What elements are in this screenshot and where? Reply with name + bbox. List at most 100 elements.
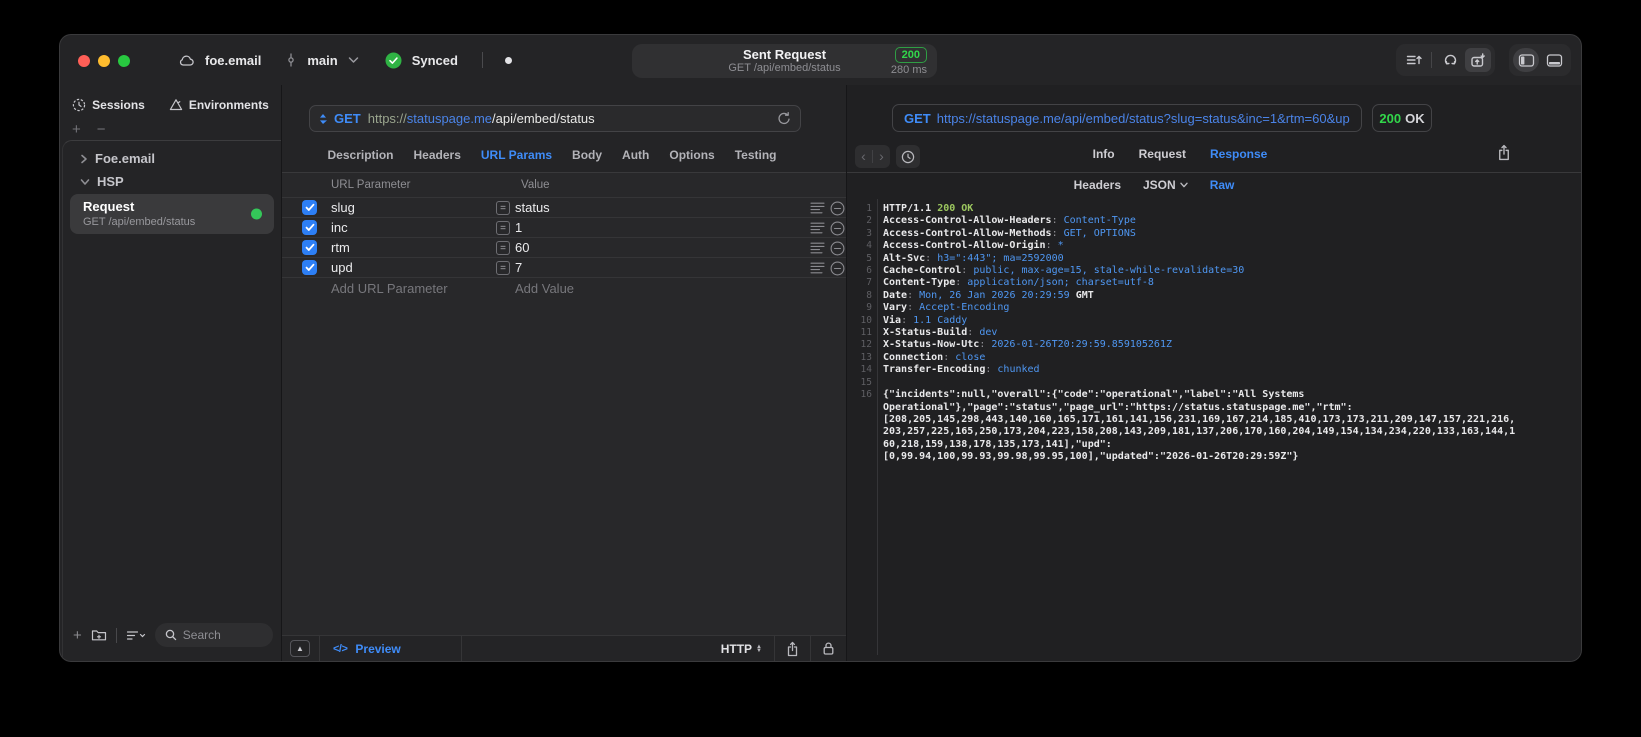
line-number: 3	[866, 227, 872, 239]
response-request-url: https://statuspage.me/api/embed/status?s…	[936, 110, 1350, 126]
request-footer-bar: ▲ </> Preview HTTP ▲ ▼	[282, 635, 846, 661]
param-value[interactable]: status	[515, 200, 550, 215]
titlebar-separator	[481, 52, 483, 68]
code-line: 3 Access-Control-Allow-Methods: GET, OPTI…	[855, 228, 1577, 240]
share-icon[interactable]	[1497, 144, 1511, 161]
line-content: X-Status-Now-Utc: 2026-01-26T20:29:59.85…	[883, 339, 1172, 351]
sort-icon[interactable]	[126, 629, 146, 642]
request-pane: GET https://statuspage.me/api/embed/stat…	[281, 85, 847, 661]
tab-options[interactable]: Options	[669, 148, 714, 162]
panel-bottom-icon[interactable]	[1541, 48, 1567, 72]
param-value[interactable]: 1	[515, 220, 522, 235]
send-receive-icon[interactable]	[1465, 48, 1491, 72]
add-value-placeholder[interactable]: Add Value	[515, 281, 574, 296]
tab-body[interactable]: Body	[572, 148, 602, 162]
add-session-button[interactable]: +	[72, 121, 81, 138]
tab-environments[interactable]: Environments	[169, 98, 269, 112]
expand-icon[interactable]: ▲	[290, 640, 310, 657]
align-top-icon[interactable]	[1400, 48, 1426, 72]
line-number: 11	[860, 327, 872, 339]
sent-request-url-box[interactable]: GET https://statuspage.me/api/embed/stat…	[892, 104, 1362, 132]
tab-info[interactable]: Info	[1093, 147, 1115, 161]
tab-description[interactable]: Description	[328, 148, 394, 162]
line-number: 15	[860, 376, 872, 388]
chevron-down-icon[interactable]	[348, 56, 359, 64]
sent-request-status-pill[interactable]: Sent Request GET /api/embed/status 200 2…	[632, 44, 937, 78]
remove-icon[interactable]	[830, 221, 845, 236]
tab-request[interactable]: Request	[1139, 147, 1186, 161]
method-stepper-icon[interactable]	[319, 113, 327, 125]
review-loop-icon[interactable]	[1437, 48, 1463, 72]
subtab-headers[interactable]: Headers	[1074, 178, 1121, 192]
tab-response[interactable]: Response	[1210, 147, 1267, 161]
param-checkbox[interactable]	[302, 220, 317, 235]
code-line: 2 Access-Control-Allow-Headers: Content-T…	[855, 215, 1577, 227]
remove-icon[interactable]	[830, 241, 845, 256]
add-request-button[interactable]: +	[73, 627, 82, 644]
param-checkbox[interactable]	[302, 240, 317, 255]
zoom-window-button[interactable]	[118, 55, 130, 67]
remove-icon[interactable]	[830, 201, 845, 216]
project-name[interactable]: foe.email	[205, 53, 261, 68]
code-line: 14 Transfer-Encoding: chunked	[855, 364, 1577, 376]
add-param-row[interactable]: Add URL Parameter Add Value	[282, 277, 846, 298]
preview-button[interactable]: </> Preview	[320, 642, 461, 656]
line-number: 12	[860, 339, 872, 351]
lock-icon[interactable]	[811, 641, 846, 656]
subtab-raw[interactable]: Raw	[1210, 178, 1235, 192]
add-param-placeholder[interactable]: Add URL Parameter	[331, 281, 448, 296]
subtab-json[interactable]: JSON	[1143, 178, 1188, 192]
protocol-select[interactable]: HTTP ▲ ▼	[721, 642, 774, 656]
drag-handle-icon[interactable]	[810, 221, 825, 234]
panel-left-icon[interactable]	[1513, 48, 1539, 72]
param-checkbox[interactable]	[302, 260, 317, 275]
code-line: 4 Access-Control-Allow-Origin: *	[855, 240, 1577, 252]
param-name[interactable]: rtm	[331, 240, 350, 255]
tree-item-hsp[interactable]: HSP	[63, 170, 281, 193]
remove-session-button[interactable]: −	[97, 121, 106, 138]
tab-sessions[interactable]: Sessions	[72, 98, 145, 112]
search-input[interactable]: Search	[154, 623, 273, 647]
drag-handle-icon[interactable]	[810, 261, 825, 274]
tab-headers[interactable]: Headers	[414, 148, 461, 162]
param-name[interactable]: inc	[331, 220, 348, 235]
chevron-right-icon[interactable]	[80, 154, 88, 164]
param-value[interactable]: 7	[515, 260, 522, 275]
folder-icon[interactable]	[91, 628, 107, 642]
request-url[interactable]: https://statuspage.me/api/embed/status	[368, 111, 595, 126]
branch-name[interactable]: main	[307, 53, 337, 68]
param-row-slug: slug = status	[282, 197, 846, 217]
code-icon: </>	[333, 642, 348, 655]
remove-icon[interactable]	[830, 261, 845, 276]
protocol-label: HTTP	[720, 641, 753, 656]
param-name[interactable]: upd	[331, 260, 353, 275]
refresh-icon[interactable]	[777, 111, 791, 126]
request-method[interactable]: GET	[334, 111, 361, 126]
equals-icon: =	[496, 261, 510, 275]
share-icon[interactable]	[775, 641, 810, 657]
code-line: 6 Cache-Control: public, max-age=15, stal…	[855, 265, 1577, 277]
drag-handle-icon[interactable]	[810, 241, 825, 254]
tab-url-params[interactable]: URL Params	[481, 148, 552, 162]
sidebar-request-item[interactable]: Request GET /api/embed/status	[70, 194, 274, 234]
cloud-icon	[178, 53, 195, 68]
code-line: 5 Alt-Svc: h3=":443"; ma=2592000	[855, 253, 1577, 265]
param-name[interactable]: slug	[331, 200, 355, 215]
tab-testing[interactable]: Testing	[735, 148, 777, 162]
response-subtabs: Headers JSON Raw	[787, 178, 1521, 192]
tab-auth[interactable]: Auth	[622, 148, 649, 162]
close-window-button[interactable]	[78, 55, 90, 67]
response-status-box: 200 OK	[1372, 104, 1432, 132]
request-success-dot	[251, 208, 262, 220]
drag-handle-icon[interactable]	[810, 201, 825, 214]
minimize-window-button[interactable]	[98, 55, 110, 67]
param-value[interactable]: 60	[515, 240, 529, 255]
equals-icon: =	[496, 221, 510, 235]
param-checkbox[interactable]	[302, 200, 317, 215]
chevron-down-icon[interactable]	[80, 178, 90, 186]
tree-item-foe-email[interactable]: Foe.email	[63, 147, 281, 170]
tab-environments-label: Environments	[188, 98, 269, 112]
request-url-field[interactable]: GET https://statuspage.me/api/embed/stat…	[309, 105, 801, 132]
param-row-inc: inc = 1	[282, 217, 846, 237]
response-body[interactable]: 1 HTTP/1.1 200 OK 2 Access-Control-Allow-He…	[855, 199, 1577, 655]
